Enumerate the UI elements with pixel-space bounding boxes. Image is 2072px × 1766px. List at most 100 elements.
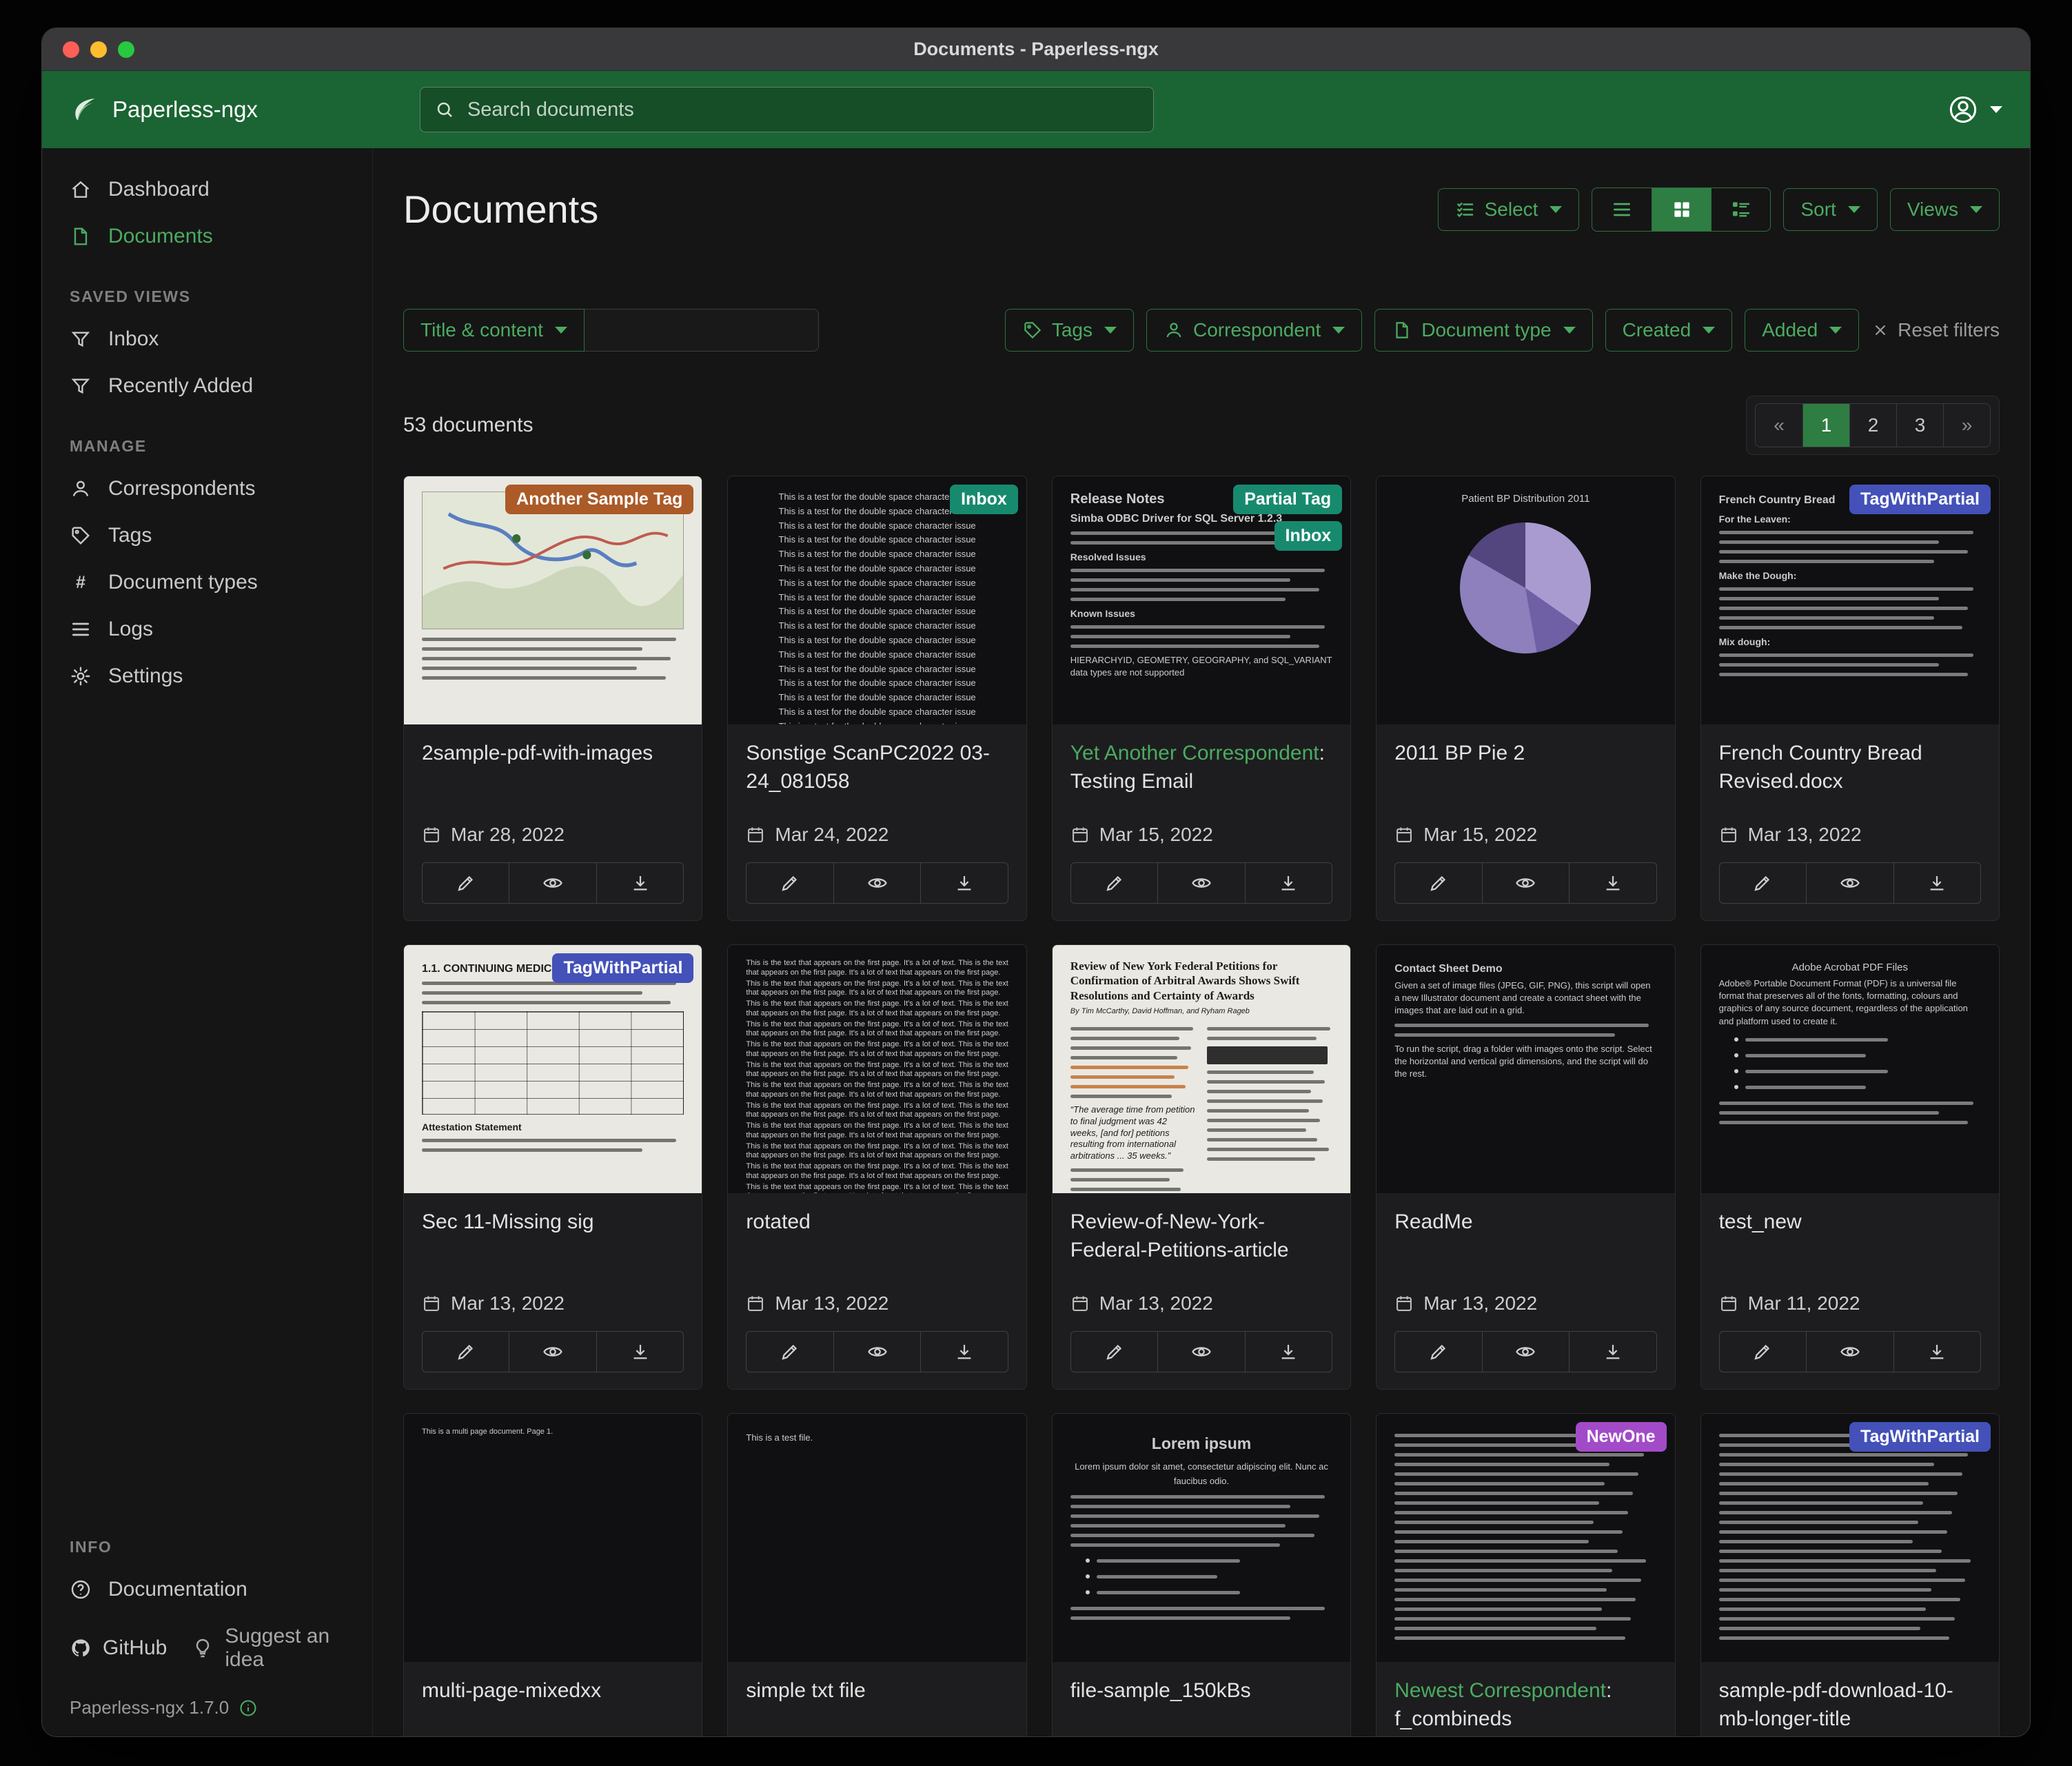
doc-thumbnail[interactable]: Patient BP Distribution 2011	[1377, 476, 1674, 724]
doc-correspondent[interactable]: Yet Another Correspondent	[1070, 742, 1319, 764]
document-card[interactable]: This is a test file. simple txt file	[727, 1413, 1026, 1736]
tag-badge[interactable]: Inbox	[950, 485, 1018, 514]
tag-badge[interactable]: TagWithPartial	[1849, 485, 1991, 514]
doc-thumbnail[interactable]: Contact Sheet DemoGiven a set of image f…	[1377, 945, 1674, 1193]
download-document-button[interactable]	[920, 863, 1007, 903]
title-content-filter-button[interactable]: Title & content	[403, 309, 585, 352]
minimize-window-button[interactable]	[90, 41, 107, 58]
edit-document-button[interactable]	[1720, 1332, 1806, 1372]
added-filter-button[interactable]: Added	[1745, 309, 1859, 352]
document-card[interactable]: Adobe Acrobat PDF FilesAdobe® Portable D…	[1700, 944, 2000, 1390]
doc-title[interactable]: file-sample_150kBs	[1070, 1677, 1332, 1736]
edit-document-button[interactable]	[423, 863, 509, 903]
doc-thumbnail[interactable]: Release NotesSimba ODBC Driver for SQL S…	[1053, 476, 1350, 724]
detail-view-button[interactable]	[1711, 188, 1770, 231]
view-document-button[interactable]	[509, 1332, 596, 1372]
document-card[interactable]: Review of New York Federal Petitions for…	[1052, 944, 1351, 1390]
document-card[interactable]: 1.1. CONTINUING MEDICAL EDUCAAttestation…	[403, 944, 702, 1390]
tag-badge[interactable]: TagWithPartial	[552, 953, 693, 983]
doc-thumbnail[interactable]: This is the text that appears on the fir…	[728, 945, 1026, 1193]
view-document-button[interactable]	[1157, 863, 1244, 903]
document-type-filter-button[interactable]: Document type	[1374, 309, 1592, 352]
correspondent-filter-button[interactable]: Correspondent	[1146, 309, 1362, 352]
views-button[interactable]: Views	[1890, 188, 2000, 231]
sidebar-item-documents[interactable]: Documents	[42, 213, 372, 260]
view-document-button[interactable]	[1157, 1332, 1244, 1372]
document-card[interactable]: Patient BP Distribution 2011 2011 BP Pie…	[1376, 476, 1675, 921]
view-document-button[interactable]	[833, 1332, 920, 1372]
sidebar-item-document-types[interactable]: # Document types	[42, 559, 372, 606]
download-document-button[interactable]	[1569, 863, 1656, 903]
pagination-page-3[interactable]: 3	[1896, 404, 1943, 447]
edit-document-button[interactable]	[1720, 863, 1806, 903]
document-card[interactable]: French Country BreadFor the Leaven:Make …	[1700, 476, 2000, 921]
doc-thumbnail[interactable]: This is a test for the double space char…	[728, 476, 1026, 724]
maximize-window-button[interactable]	[118, 41, 134, 58]
brand-home-link[interactable]: Paperless-ngx	[70, 94, 258, 125]
view-document-button[interactable]	[1482, 1332, 1569, 1372]
sidebar-item-tags[interactable]: Tags	[42, 512, 372, 559]
sidebar-item-documentation[interactable]: Documentation	[42, 1566, 372, 1613]
search-input[interactable]	[466, 98, 1139, 122]
info-circle-icon[interactable]	[238, 1698, 258, 1718]
doc-title[interactable]: 2011 BP Pie 2	[1394, 740, 1656, 806]
sort-button[interactable]: Sort	[1783, 188, 1877, 231]
pagination-prev-button[interactable]: «	[1756, 404, 1802, 447]
view-document-button[interactable]	[1806, 863, 1893, 903]
document-card[interactable]: Another Sample Tag 2sample-pdf-with-imag…	[403, 476, 702, 921]
edit-document-button[interactable]	[746, 863, 833, 903]
doc-title[interactable]: Yet Another Correspondent: Testing Email	[1070, 740, 1332, 806]
doc-title[interactable]: Sec 11-Missing sig	[422, 1208, 684, 1275]
doc-title[interactable]: sample-pdf-download-10-mb-longer-title	[1719, 1677, 1981, 1736]
doc-thumbnail[interactable]: TagWithPartial	[1701, 1414, 1999, 1662]
pagination-page-1[interactable]: 1	[1802, 404, 1849, 447]
document-card[interactable]: TagWithPartial sample-pdf-download-10-mb…	[1700, 1413, 2000, 1736]
doc-thumbnail[interactable]: French Country BreadFor the Leaven:Make …	[1701, 476, 1999, 724]
edit-document-button[interactable]	[1395, 1332, 1481, 1372]
sidebar-item-logs[interactable]: Logs	[42, 606, 372, 653]
download-document-button[interactable]	[1245, 863, 1332, 903]
user-menu[interactable]	[1947, 94, 2002, 125]
tags-filter-button[interactable]: Tags	[1005, 309, 1134, 352]
doc-thumbnail[interactable]: NewOne	[1377, 1414, 1674, 1662]
tag-badge[interactable]: Another Sample Tag	[505, 485, 693, 514]
tag-badge[interactable]: TagWithPartial	[1849, 1422, 1991, 1452]
document-card[interactable]: Lorem ipsumLorem ipsum dolor sit amet, c…	[1052, 1413, 1351, 1736]
sidebar-item-recently-added[interactable]: Recently Added	[42, 363, 372, 409]
select-button[interactable]: Select	[1438, 188, 1580, 231]
pagination-page-2[interactable]: 2	[1849, 404, 1896, 447]
view-document-button[interactable]	[1482, 863, 1569, 903]
document-card[interactable]: This is a test for the double space char…	[727, 476, 1026, 921]
tag-badge[interactable]: NewOne	[1576, 1422, 1667, 1452]
doc-thumbnail[interactable]: 1.1. CONTINUING MEDICAL EDUCAAttestation…	[404, 945, 702, 1193]
sidebar-item-dashboard[interactable]: Dashboard	[42, 166, 372, 213]
view-document-button[interactable]	[1806, 1332, 1893, 1372]
reset-filters-button[interactable]: Reset filters	[1871, 319, 2000, 341]
doc-correspondent[interactable]: Newest Correspondent	[1394, 1679, 1606, 1702]
doc-thumbnail[interactable]: This is a multi page document. Page 1.	[404, 1414, 702, 1662]
doc-title[interactable]: simple txt file	[746, 1677, 1008, 1736]
doc-title[interactable]: 2sample-pdf-with-images	[422, 740, 684, 806]
download-document-button[interactable]	[596, 863, 683, 903]
view-document-button[interactable]	[509, 863, 596, 903]
sidebar-item-correspondents[interactable]: Correspondents	[42, 465, 372, 512]
sidebar-item-suggest-idea[interactable]: Suggest an idea	[192, 1625, 345, 1672]
grid-view-button[interactable]	[1652, 188, 1711, 231]
document-card[interactable]: This is a multi page document. Page 1. m…	[403, 1413, 702, 1736]
download-document-button[interactable]	[1893, 863, 1980, 903]
edit-document-button[interactable]	[1071, 1332, 1157, 1372]
list-view-button[interactable]	[1592, 188, 1652, 231]
download-document-button[interactable]	[596, 1332, 683, 1372]
doc-title[interactable]: Review-of-New-York-Federal-Petitions-art…	[1070, 1208, 1332, 1275]
sidebar-item-github[interactable]: GitHub	[70, 1636, 167, 1660]
doc-title[interactable]: rotated	[746, 1208, 1008, 1275]
sidebar-item-settings[interactable]: Settings	[42, 653, 372, 700]
doc-title[interactable]: ReadMe	[1394, 1208, 1656, 1275]
document-card[interactable]: NewOne Newest Correspondent: f_combineds	[1376, 1413, 1675, 1736]
doc-title[interactable]: multi-page-mixedxx	[422, 1677, 684, 1736]
doc-thumbnail[interactable]: Another Sample Tag	[404, 476, 702, 724]
doc-title[interactable]: French Country Bread Revised.docx	[1719, 740, 1981, 806]
doc-thumbnail[interactable]: Adobe Acrobat PDF FilesAdobe® Portable D…	[1701, 945, 1999, 1193]
doc-thumbnail[interactable]: Lorem ipsumLorem ipsum dolor sit amet, c…	[1053, 1414, 1350, 1662]
doc-title[interactable]: Newest Correspondent: f_combineds	[1394, 1677, 1656, 1736]
